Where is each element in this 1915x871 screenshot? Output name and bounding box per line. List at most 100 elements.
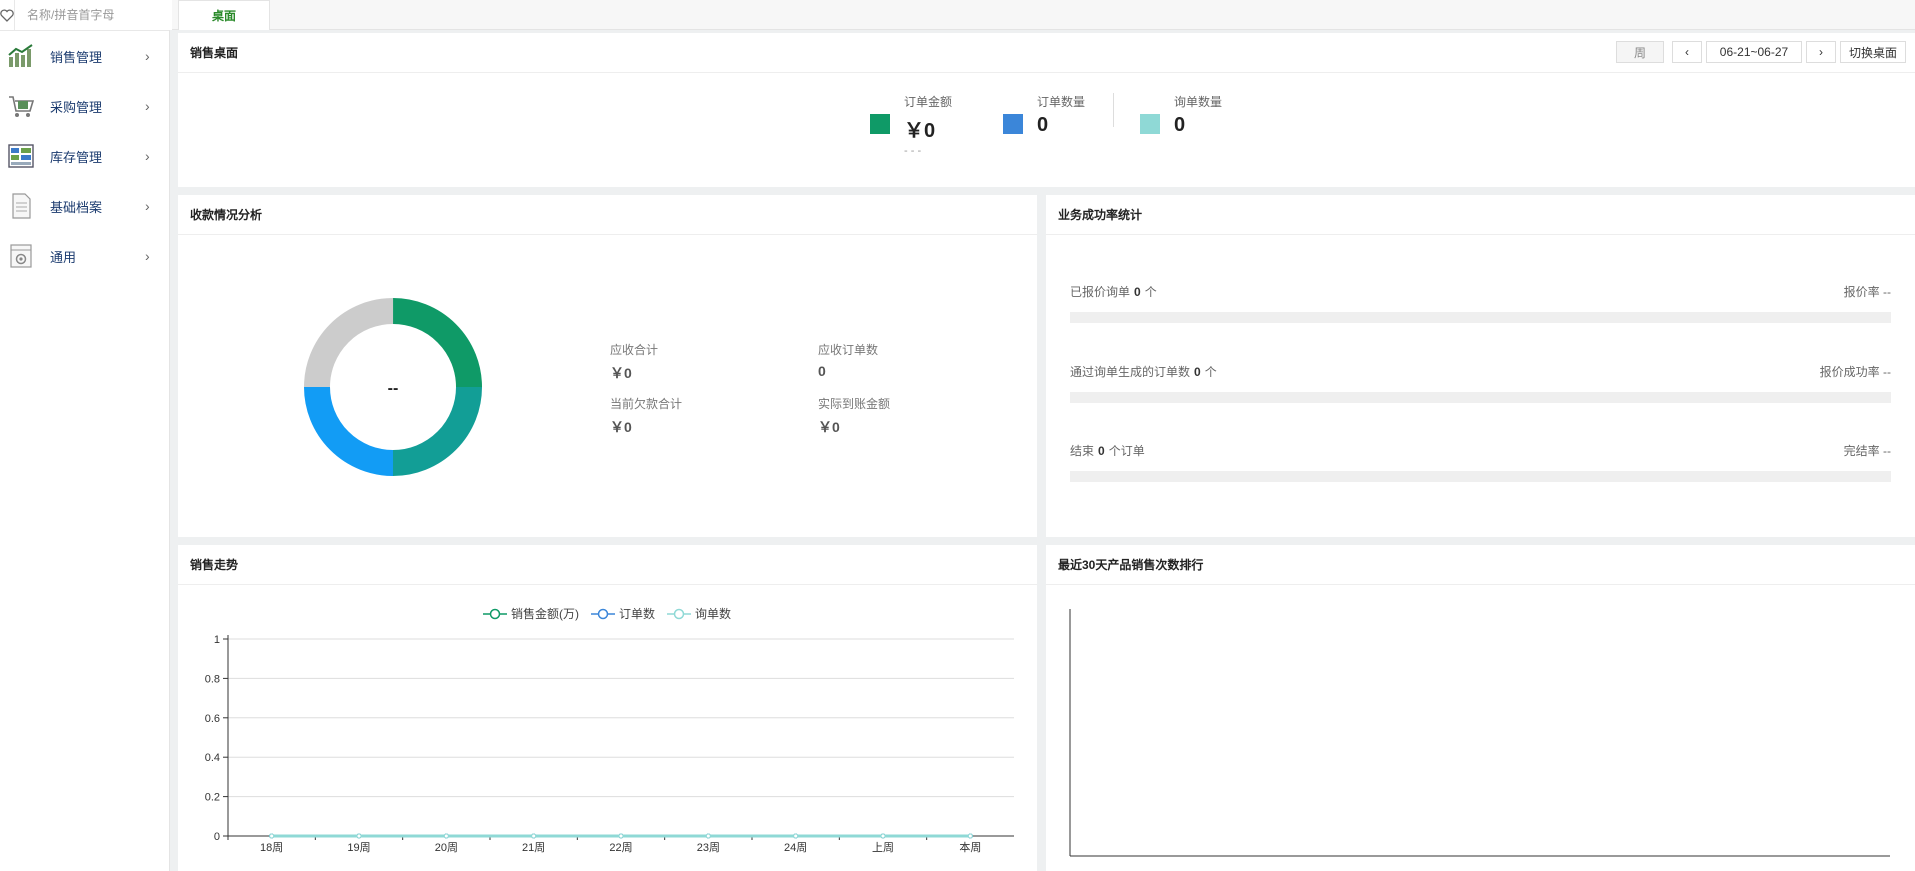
inventory-icon [6,141,36,171]
switch-desktop-button[interactable]: 切换桌面 [1840,41,1906,63]
x-tick-label: 24周 [784,841,807,854]
series-point [967,833,973,839]
row-count: 0 [1134,285,1141,299]
sidebar-top [0,0,182,31]
x-tick-label: 19周 [347,841,370,854]
y-tick-label: 0.8 [205,673,220,685]
row-prefix: 结束 [1070,444,1095,458]
rate-value: -- [1883,444,1891,458]
settings-icon [6,241,36,271]
legend-swatch [1003,114,1023,134]
sales-chart-icon [6,41,36,71]
sales-desk-panel: 销售桌面 周 ‹ 06-21~06-27 › 切换桌面 订单金额 ￥0 - - … [178,33,1915,187]
search-input[interactable] [15,0,182,30]
y-tick-label: 0 [214,831,220,843]
kv-value: 0 [818,363,826,379]
sidebar-item-3[interactable]: 基础档案 › [0,181,169,231]
kv-value: ￥0 [818,419,840,435]
cart-icon [6,91,36,121]
tab-desktop[interactable]: 桌面 [178,0,270,30]
tab-bar: 桌面 [172,0,1915,30]
sidebar-item-label: 销售管理 [50,49,103,65]
donut-center-label: -- [388,380,399,397]
panel-title: 收款情况分析 [178,195,1037,235]
row-rate: 报价成功率 -- [1820,363,1891,380]
chevron-right-icon: › [145,48,150,64]
completed-orders-row: 结束 0 个订单 完结率 -- [1070,442,1891,482]
sidebar-item-label: 基础档案 [50,199,103,215]
divider [1113,93,1114,127]
row-count: 0 [1098,444,1105,458]
series-point [531,833,537,839]
series-point [705,833,711,839]
current-debt-total: 当前欠款合计 ￥0 [610,395,682,437]
stat-order-amount: 订单金额 ￥0 - - - [870,93,952,157]
kv-label: 应收合计 [610,343,659,357]
legend-swatch [870,114,890,134]
product-ranking-panel: 最近30天产品销售次数排行 [1046,545,1915,871]
stat-label: 订单金额 [904,95,953,109]
chevron-right-icon: › [1819,45,1823,59]
row-suffix: 个 [1204,365,1217,379]
receivable-order-count: 应收订单数 0 [818,341,878,379]
sales-trend-chart: 0 0.2 0.4 0.6 0.8 1 18周 19周 20周 21周 22周 23周 24周 上周 本周 [205,634,1014,854]
kv-value: ￥0 [610,365,632,381]
row-label: 结束 0 个订单 [1070,442,1145,459]
x-tick-label: 22周 [609,841,632,854]
rate-label: 完结率 [1843,444,1880,458]
sidebar: 销售管理 › 采购管理 › 库存管理 › 基础档案 › 通用 › [0,0,182,871]
chevron-left-icon: ‹ [1685,45,1689,59]
sales-trend-panel: 销售走势 销售金额(万) 订单数 询单数 0 0.2 0.4 0.6 0.8 1 18周 19… [178,545,1037,871]
row-rate: 完结率 -- [1844,442,1891,459]
rate-label: 报价率 [1843,285,1880,299]
series-point [269,833,275,839]
row-suffix: 个订单 [1108,444,1145,458]
kv-label: 实际到账金额 [818,397,891,411]
stat-inquiry-count: 询单数量 0 [1140,93,1222,137]
sidebar-item-label: 库存管理 [50,149,103,165]
prev-period-button[interactable]: ‹ [1672,41,1702,63]
favorites-button[interactable] [0,0,15,31]
stat-value: ￥0 [904,120,936,142]
x-tick-label: 本周 [959,840,981,854]
sidebar-item-2[interactable]: 库存管理 › [0,131,169,181]
chevron-right-icon: › [145,198,150,214]
stat-label: 询单数量 [1174,95,1223,109]
series-point [793,833,799,839]
sidebar-item-0[interactable]: 销售管理 › [0,31,169,81]
heart-icon [0,8,14,22]
stat-value: 0 [1037,114,1049,136]
receipt-donut-chart: -- [304,298,482,476]
y-tick-label: 1 [214,634,220,646]
chevron-right-icon: › [145,248,150,264]
series-point [618,833,624,839]
row-suffix: 个 [1144,285,1157,299]
document-icon [6,191,36,221]
rate-value: -- [1883,285,1891,299]
x-tick-label: 23周 [697,841,720,854]
receivable-total: 应收合计 ￥0 [610,341,658,383]
rate-value: -- [1883,365,1891,379]
period-week-button[interactable]: 周 [1616,41,1664,63]
kv-value: ￥0 [610,419,632,435]
stat-sub: - - - [904,145,922,157]
x-tick-label: 上周 [872,841,894,854]
panel-title: 业务成功率统计 [1046,195,1915,235]
next-period-button[interactable]: › [1806,41,1836,63]
sidebar-item-1[interactable]: 采购管理 › [0,81,169,131]
stat-label: 订单数量 [1037,95,1086,109]
row-label: 已报价询单 0 个 [1070,283,1157,300]
sidebar-item-label: 采购管理 [50,99,103,115]
kv-label: 当前欠款合计 [610,397,683,411]
x-tick-label: 20周 [435,841,458,854]
row-prefix: 通过询单生成的订单数 [1070,365,1191,379]
x-tick-label: 18周 [260,841,283,854]
x-tick-label: 21周 [522,841,545,854]
row-label: 通过询单生成的订单数 0 个 [1070,363,1217,380]
chevron-right-icon: › [145,98,150,114]
ranking-chart-area [1069,609,1890,857]
progress-bar [1070,471,1891,482]
progress-bar [1070,392,1891,403]
sidebar-item-4[interactable]: 通用 › [0,231,169,281]
series-point [880,833,886,839]
